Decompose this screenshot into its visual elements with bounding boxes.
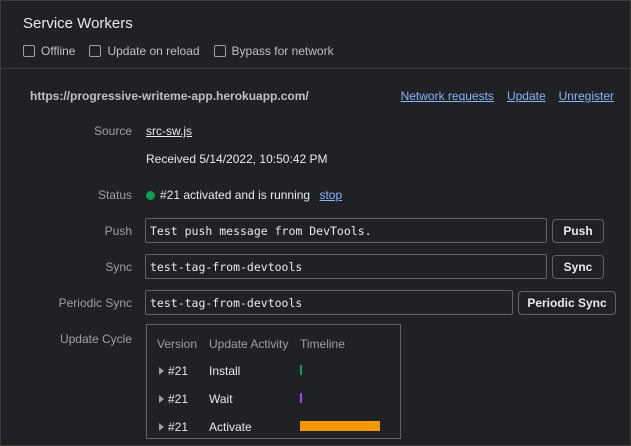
update-on-reload-option[interactable]: Update on reload [89,44,200,58]
sync-input[interactable]: test-tag-from-devtools [145,254,547,279]
row-version: #21 [168,364,189,378]
push-button[interactable]: Push [552,219,604,243]
status-text: #21 activated and is running [160,188,311,202]
update-on-reload-label: Update on reload [107,44,200,58]
row-activity: Wait [209,392,233,406]
push-input[interactable]: Test push message from DevTools. [145,218,547,243]
worker-actions: Network requests Update Unregister [388,89,614,103]
network-requests-link[interactable]: Network requests [401,89,494,103]
row-activity: Install [209,364,241,378]
expand-triangle-icon[interactable] [159,367,164,375]
timeline-header: Timeline [300,337,345,351]
status-value: #21 activated and is running stop [146,188,342,202]
version-header: Version [157,337,198,351]
panel-header: Service Workers Offline Update on reload… [1,1,631,69]
update-activity-header: Update Activity [209,337,289,351]
update-on-reload-checkbox[interactable] [89,45,102,57]
status-label: Status [97,188,132,202]
offline-label: Offline [41,44,76,58]
unregister-link[interactable]: Unregister [559,89,614,103]
row-activity: Activate [209,420,252,434]
offline-checkbox[interactable] [23,45,35,57]
wait-timeline-bar [300,393,302,403]
activate-timeline-bar [300,421,380,431]
source-file-link[interactable]: src-sw.js [146,124,192,138]
row-version: #21 [168,392,189,406]
update-link[interactable]: Update [507,89,546,103]
periodic-sync-label: Periodic Sync [58,296,132,310]
expand-triangle-icon[interactable] [159,423,164,431]
bypass-for-network-option[interactable]: Bypass for network [213,44,334,58]
cycle-row-activate[interactable]: #21 Activate [147,418,400,438]
periodic-sync-input[interactable]: test-tag-from-devtools [145,290,513,315]
update-cycle-label: Update Cycle [59,332,132,346]
offline-option[interactable]: Offline [23,44,75,58]
bypass-for-network-label: Bypass for network [231,44,334,58]
row-version: #21 [168,420,189,434]
worker-url: https://progressive-writeme-app.herokuap… [30,89,309,103]
panel-options: Offline Update on reload Bypass for netw… [23,44,348,58]
received-timestamp: Received 5/14/2022, 10:50:42 PM [146,152,328,166]
sync-label: Sync [105,260,132,274]
push-label: Push [104,224,132,238]
expand-triangle-icon[interactable] [159,395,164,403]
status-dot-icon [146,191,155,200]
install-timeline-bar [300,365,302,375]
stop-link[interactable]: stop [319,188,342,202]
periodic-sync-button[interactable]: Periodic Sync [518,291,616,315]
source-label: Source [93,124,132,138]
panel-title: Service Workers [23,15,133,32]
cycle-row-wait[interactable]: #21 Wait [147,390,400,410]
bypass-for-network-checkbox[interactable] [213,45,226,57]
cycle-row-install[interactable]: #21 Install [147,362,400,382]
sync-button[interactable]: Sync [552,255,604,279]
update-cycle-table: Version Update Activity Timeline #21 Ins… [146,324,401,439]
